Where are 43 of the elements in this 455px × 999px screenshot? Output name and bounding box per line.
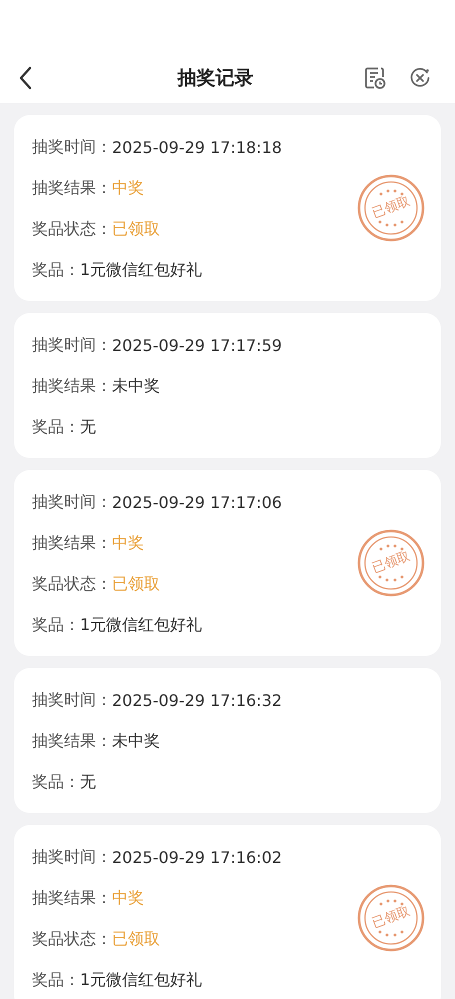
field-label: 抽奖时间： xyxy=(32,690,112,711)
field-value: 2025-09-29 17:16:32 xyxy=(112,691,282,710)
field-value: 2025-09-29 17:16:02 xyxy=(112,848,282,867)
field-label: 奖品状态： xyxy=(32,929,112,950)
field-label: 抽奖时间： xyxy=(32,492,112,513)
field-value: 中奖 xyxy=(112,178,144,199)
field-label: 奖品： xyxy=(32,615,80,636)
field-value: 已领取 xyxy=(112,929,160,950)
field-label: 奖品状态： xyxy=(32,574,112,595)
field-value: 未中奖 xyxy=(112,731,160,752)
field-label: 抽奖时间： xyxy=(32,137,112,158)
claimed-stamp: 已领取 xyxy=(357,174,425,242)
document-clock-icon[interactable] xyxy=(363,66,387,90)
field-label: 抽奖时间： xyxy=(32,847,112,868)
field-label: 奖品状态： xyxy=(32,219,112,240)
field-value: 2025-09-29 17:17:59 xyxy=(112,336,282,355)
field-label: 抽奖时间： xyxy=(32,335,112,356)
page-title: 抽奖记录 xyxy=(176,66,254,90)
field-label: 奖品： xyxy=(32,772,80,793)
close-icon[interactable] xyxy=(409,66,431,88)
field-label: 抽奖结果： xyxy=(32,533,112,554)
field-label: 奖品： xyxy=(32,417,80,438)
claimed-stamp: 已领取 xyxy=(357,529,425,597)
field-label: 奖品： xyxy=(32,970,80,991)
back-icon[interactable] xyxy=(18,66,32,90)
field-value: 1元微信红包好礼 xyxy=(80,970,202,991)
field-label: 抽奖结果： xyxy=(32,178,112,199)
field-value: 1元微信红包好礼 xyxy=(80,615,202,636)
field-value: 中奖 xyxy=(112,533,144,554)
field-value: 2025-09-29 17:18:18 xyxy=(112,138,282,157)
field-label: 抽奖结果： xyxy=(32,731,112,752)
field-value: 已领取 xyxy=(112,219,160,240)
claimed-stamp: 已领取 xyxy=(357,884,425,952)
field-value: 无 xyxy=(80,772,96,793)
field-value: 无 xyxy=(80,417,96,438)
field-value: 已领取 xyxy=(112,574,160,595)
field-value: 1元微信红包好礼 xyxy=(80,260,202,281)
field-label: 奖品： xyxy=(32,260,80,281)
field-value: 中奖 xyxy=(112,888,144,909)
field-value: 未中奖 xyxy=(112,376,160,397)
field-label: 抽奖结果： xyxy=(32,888,112,909)
field-label: 抽奖结果： xyxy=(32,376,112,397)
field-value: 2025-09-29 17:17:06 xyxy=(112,493,282,512)
